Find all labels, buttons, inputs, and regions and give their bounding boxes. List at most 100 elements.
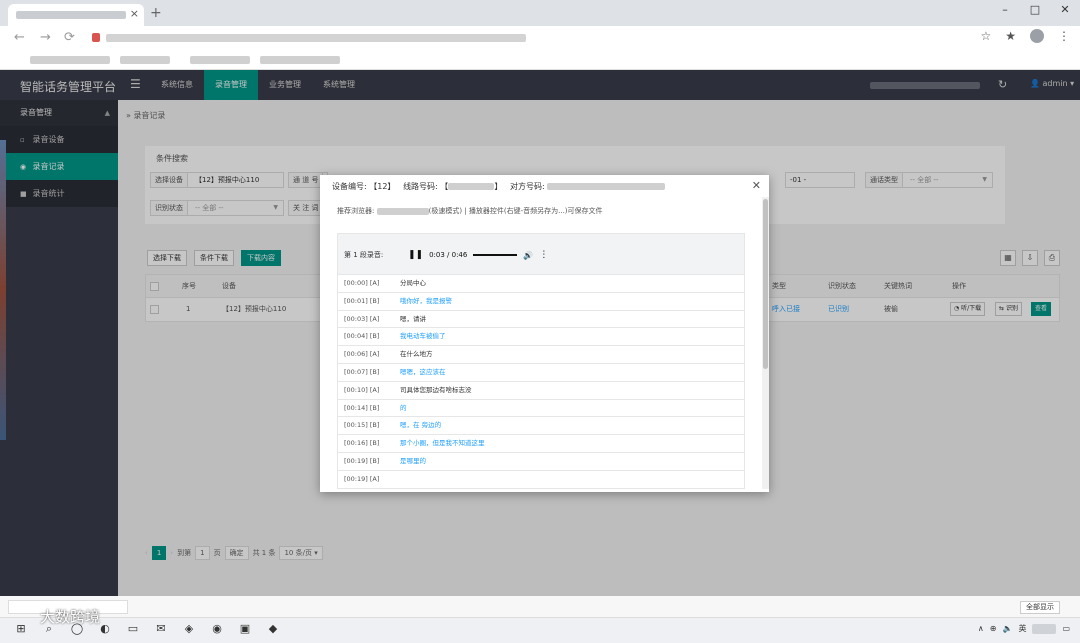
maximize-icon[interactable]: □ [1020, 0, 1050, 22]
windows-start-icon[interactable]: ⊞ [14, 622, 28, 636]
scrollbar-thumb[interactable] [763, 199, 768, 369]
transcript-text: 是哪里的 [400, 456, 426, 465]
chrome-icon[interactable]: ◉ [210, 622, 224, 636]
transcript-text: 嗯，请讲 [400, 314, 426, 323]
minimize-icon[interactable]: – [990, 0, 1020, 22]
transcript-text: 嗯嗯，这应该在 [400, 367, 446, 376]
transcript-line: [00:19] [B] 是哪里的 [337, 452, 745, 471]
audio-player[interactable]: ❚❚ 0:03 / 0:46 🔊 ⋮ [408, 246, 558, 264]
taskbar: 全部显示 ⊞ ⌕ ◯ ◐ ▭ ✉ ◈ ◉ ▣ ◆ ∧ ⊕ 🔈 英 ▭ [0, 596, 1080, 643]
app-icon[interactable]: ◈ [182, 622, 196, 636]
transcript-line: [00:14] [B] 的 [337, 399, 745, 418]
transcript-text: 司具体您那边有啥标志没 [400, 385, 472, 394]
folder-icon[interactable]: ▭ [126, 622, 140, 636]
network-icon[interactable]: ⊕ [990, 624, 997, 633]
chevron-up-icon[interactable]: ∧ [978, 624, 984, 633]
notification-icon[interactable]: ▭ [1062, 624, 1070, 633]
transcript-time: [00:00] [A] [344, 279, 380, 287]
bookmark-item[interactable] [120, 56, 170, 64]
transcript-time: [00:10] [A] [344, 385, 380, 394]
bookmark-item[interactable] [30, 56, 110, 64]
pause-icon[interactable]: ❚❚ [408, 250, 423, 260]
transcript-time: [00:15] [B] [344, 421, 380, 430]
line-number-blurred [448, 183, 495, 190]
transcript-text: 在什么地方 [400, 350, 433, 359]
transcript-line: [00:10] [A] 司具体您那边有啥标志没 [337, 381, 745, 400]
transcript-line: [00:19] [A] [337, 470, 745, 489]
transcript-time: [00:06] [A] [344, 350, 380, 359]
transcript-line: [00:06] [A] 在什么地方 [337, 346, 745, 364]
new-tab-icon[interactable]: + [150, 5, 162, 21]
star-icon[interactable]: ☆ [980, 29, 991, 43]
close-tab-icon[interactable]: × [130, 7, 139, 20]
address-bar: ← → ⟳ ☆ ★ ⋮ [0, 26, 1080, 50]
download-shelf: 全部显示 [0, 596, 1080, 618]
show-all-button[interactable]: 全部显示 [1020, 601, 1060, 614]
volume-tray-icon[interactable]: 🔈 [1002, 624, 1012, 633]
edge-icon[interactable]: ◐ [98, 622, 112, 636]
audio-player-row: 第 1 段录音: ❚❚ 0:03 / 0:46 🔊 ⋮ [337, 233, 745, 275]
hint-prefix: 推荐浏览器: [337, 207, 375, 215]
transcript-time: [00:19] [B] [344, 456, 380, 465]
transcript-line: [00:07] [B] 嗯嗯，这应该在 [337, 363, 745, 382]
profile-avatar[interactable] [1030, 29, 1044, 43]
ime-indicator[interactable]: 英 [1018, 623, 1026, 634]
modal-line-label: 线路号码: 【 [403, 182, 449, 191]
back-icon[interactable]: ← [14, 30, 25, 45]
url-field[interactable] [88, 30, 968, 46]
clock-blurred [1032, 623, 1057, 634]
transcript-time: [00:04] [B] [344, 332, 380, 341]
transcript-line: [00:16] [B] 那个小圈，但是我不知道这里 [337, 435, 745, 453]
tab-title-blurred [16, 11, 126, 19]
insecure-icon [92, 33, 100, 42]
close-window-icon[interactable]: ✕ [1050, 0, 1080, 22]
bookmark-item[interactable] [260, 56, 340, 64]
modal-device-label: 设备编号: 【12】 [332, 182, 396, 191]
audio-progress-track[interactable] [473, 254, 518, 256]
modal-header: 设备编号: 【12】 线路号码: 【 】 对方号码: [332, 181, 666, 192]
more-options-icon[interactable]: ⋮ [539, 250, 548, 260]
transcript-text: 我电动车被偷了 [400, 332, 446, 341]
close-icon[interactable]: ✕ [752, 179, 761, 192]
transcript-line: [00:15] [B] 嗯，在 旁边的 [337, 417, 745, 436]
browser-tab[interactable]: × [8, 4, 144, 26]
transcript-time: [00:14] [B] [344, 403, 380, 412]
transcript-time: [00:03] [A] [344, 314, 380, 323]
url-blurred [106, 34, 526, 42]
bookmark-item[interactable] [190, 56, 250, 64]
transcript-time: [00:01] [B] [344, 296, 380, 305]
modal-scrollbar[interactable] [762, 197, 769, 489]
segment-label: 第 1 段录音: [344, 251, 384, 259]
mail-icon[interactable]: ✉ [154, 622, 168, 636]
transcript-time: [00:16] [B] [344, 439, 380, 448]
transcript-list: [00:00] [A] 分局中心 [00:01] [B] 哦你好，我是报警 [00:03… [337, 275, 745, 489]
window-controls: – □ ✕ [990, 0, 1080, 22]
transcript-line: [00:00] [A] 分局中心 [337, 275, 745, 293]
browser-tab-bar: × + – □ ✕ [0, 0, 1080, 26]
recording-modal: 设备编号: 【12】 线路号码: 【 】 对方号码: ✕ 推荐浏览器: (极速模式… [320, 175, 769, 492]
transcript-time: [00:19] [A] [344, 474, 380, 483]
transcript-text: 哦你好，我是报警 [400, 296, 452, 305]
forward-icon[interactable]: → [40, 30, 51, 45]
watermark-logo: 大数跨境 [40, 608, 101, 626]
maps-icon[interactable]: ◆ [266, 622, 280, 636]
volume-icon[interactable]: 🔊 [523, 251, 533, 260]
transcript-text: 那个小圈，但是我不知道这里 [400, 439, 485, 448]
hint-text: (极速模式) | 播放器控件(右键-音频另存为...)可保存文件 [428, 207, 603, 215]
modal-body: 第 1 段录音: ❚❚ 0:03 / 0:46 🔊 ⋮ [00:00] [A] 分… [337, 233, 765, 489]
transcript-text: 嗯，在 旁边的 [400, 421, 442, 430]
audio-time: 0:03 / 0:46 [429, 251, 468, 259]
transcript-text: 分局中心 [400, 279, 426, 287]
modal-peer-label: 对方号码: [509, 182, 545, 191]
transcript-line: [00:03] [A] 嗯，请讲 [337, 310, 745, 329]
transcript-line: [00:04] [B] 我电动车被偷了 [337, 328, 745, 347]
reload-icon[interactable]: ⟳ [64, 30, 75, 45]
media-icon[interactable]: ▣ [238, 622, 252, 636]
transcript-time: [00:07] [B] [344, 367, 380, 376]
menu-dots-icon[interactable]: ⋮ [1058, 29, 1070, 43]
address-icons: ☆ ★ ⋮ [980, 29, 1070, 43]
bookmark-icon[interactable]: ★ [1005, 29, 1016, 43]
browser-name-blurred [376, 207, 429, 215]
transcript-text: 的 [400, 403, 407, 412]
bookmarks-bar [0, 50, 1080, 70]
